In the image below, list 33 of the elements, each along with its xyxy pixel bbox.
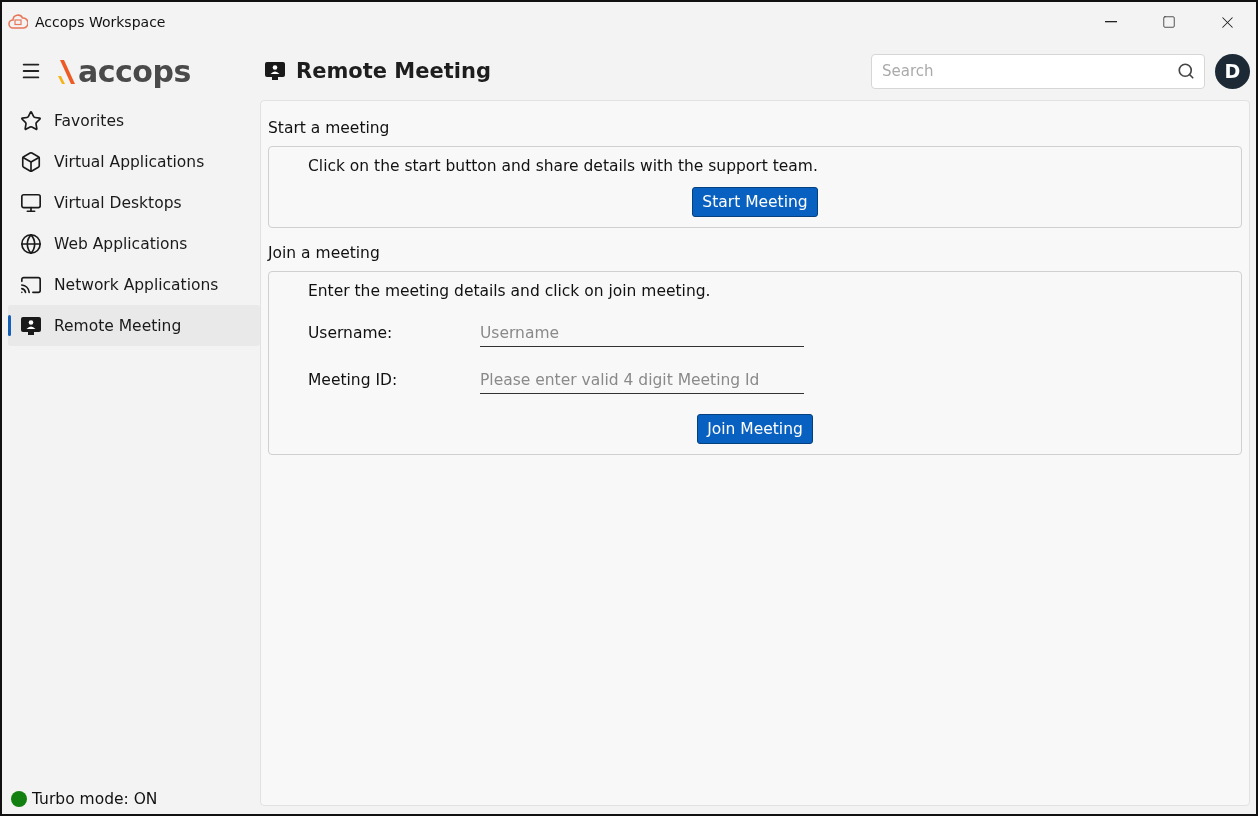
presenter-icon [20,315,42,336]
input-field[interactable]: Username [480,320,804,347]
field-label: Username: [308,324,394,344]
cube-icon [20,150,42,173]
sidebar-item[interactable]: Remote Meeting [8,305,260,346]
instruction-text: Enter the meeting details and click on join meeting. [308,282,712,300]
sidebar-item[interactable]: Virtual Desktops [8,182,260,223]
input-field[interactable]: Please enter valid 4 digit Meeting Id [480,367,804,394]
field-label: Meeting ID: [308,371,399,391]
search-icon [1177,61,1195,80]
window-title: Accops Workspace [35,14,167,30]
sidebar-item[interactable]: Virtual Applications [8,141,260,182]
presenter-icon [264,61,286,81]
start-meeting-button[interactable]: Start Meeting [692,187,818,217]
section-heading: Start a meeting [268,119,391,137]
user-avatar[interactable]: D [1215,53,1250,89]
monitor-icon [20,191,42,214]
turbo-mode-status: Turbo mode: ON [32,790,158,808]
page-title: Remote Meeting [296,59,492,83]
globe-icon [20,232,42,255]
maximize-icon [1162,15,1176,29]
logo-stripes-icon [56,58,76,84]
minimize-icon [1105,21,1117,23]
sidebar-item[interactable]: Network Applications [8,264,260,305]
sidebar-item[interactable]: Favorites [8,100,260,141]
star-icon [20,109,42,132]
section-heading: Join a meeting [268,244,381,262]
logo-text: accops [78,53,191,89]
sidebar-item[interactable]: Web Applications [8,223,260,264]
join-meeting-button[interactable]: Join Meeting [697,414,813,444]
cloud-logo-icon [8,13,28,31]
instruction-text: Click on the start button and share details with the support team. [308,157,819,175]
search-field[interactable]: Search [871,53,1205,89]
